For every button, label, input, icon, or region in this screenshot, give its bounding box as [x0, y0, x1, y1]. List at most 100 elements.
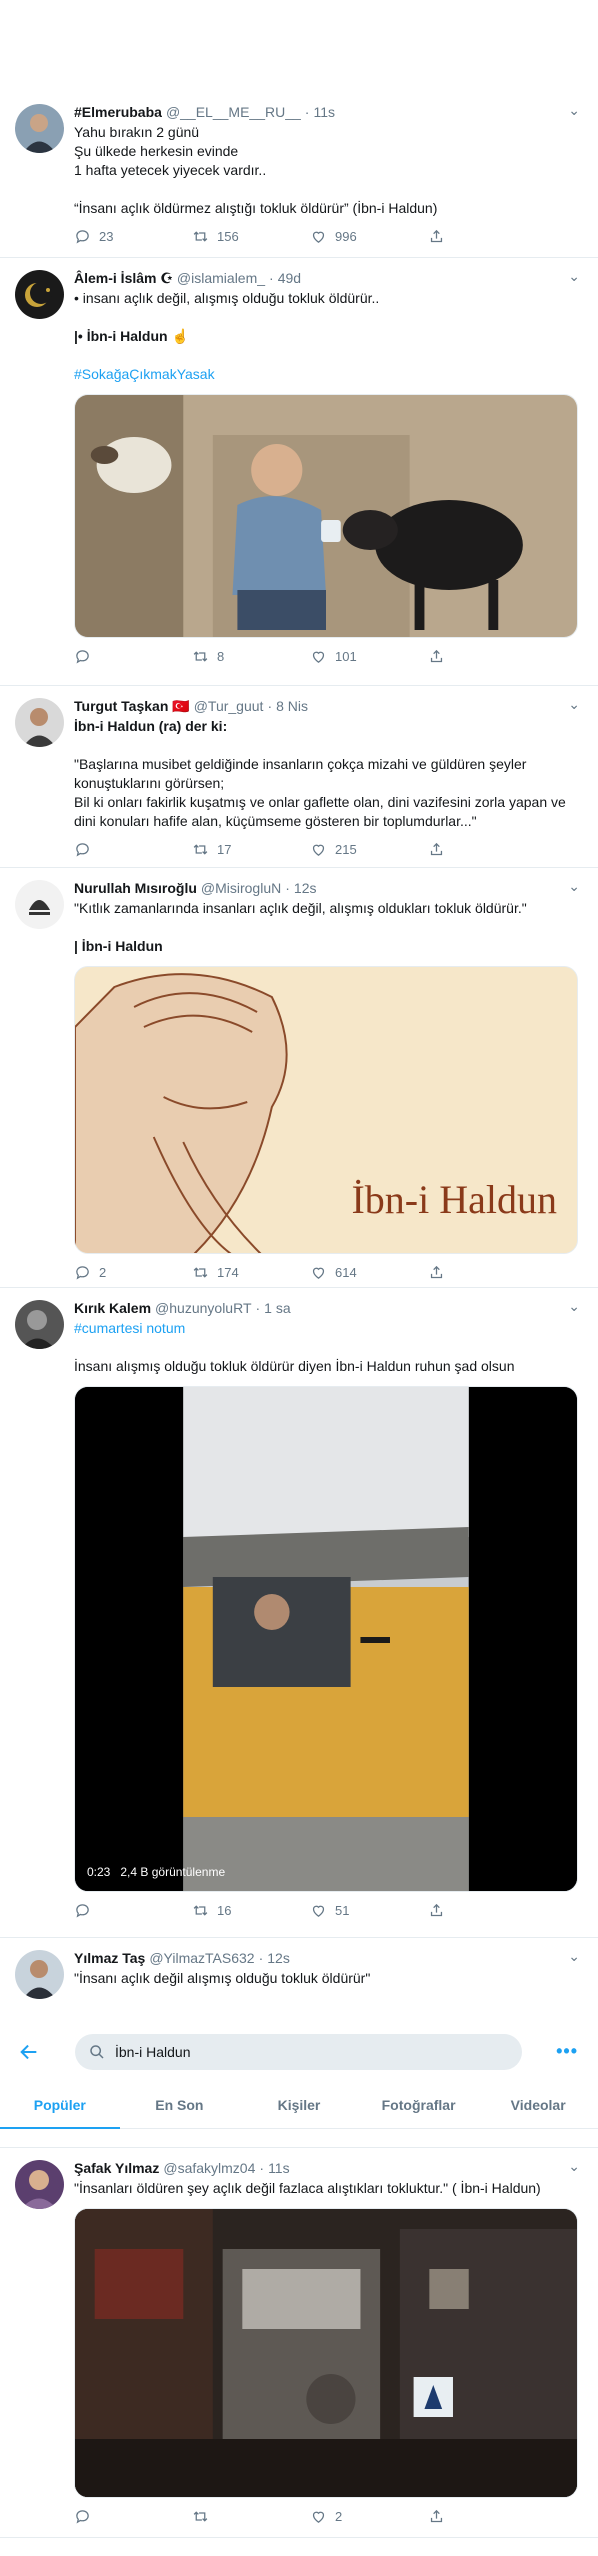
chevron-down-icon[interactable]: ⌄ [568, 1298, 580, 1315]
tweet[interactable]: ⌄ Şafak Yılmaz @safakylmz04 · 11s "İnsan… [0, 2148, 598, 2538]
image-caption: İbn-i Haldun [351, 1177, 557, 1222]
chevron-down-icon[interactable]: ⌄ [568, 2158, 580, 2175]
heart-icon [312, 844, 325, 856]
timestamp[interactable]: 8 Nis [276, 696, 308, 716]
tweet-image[interactable] [74, 394, 578, 638]
timestamp[interactable]: 1 sa [264, 1298, 290, 1318]
chevron-down-icon[interactable]: ⌄ [568, 1948, 580, 1965]
retweet-button[interactable]: 8 [192, 648, 310, 665]
timestamp[interactable]: 12s [294, 878, 317, 898]
avatar[interactable] [15, 270, 64, 319]
tweet-image[interactable] [74, 2208, 578, 2498]
retweet-button[interactable]: 174 [192, 1264, 310, 1281]
search-input[interactable]: İbn-i Haldun [75, 2034, 522, 2070]
tweet-text: "Kıtlık zamanlarında insanları açlık değ… [74, 899, 578, 956]
timestamp[interactable]: 12s [267, 1948, 290, 1968]
timestamp[interactable]: 49d [278, 268, 301, 288]
author-name[interactable]: Nurullah Mısıroğlu [74, 878, 197, 898]
author-name[interactable]: #Elmerubaba [74, 102, 162, 122]
retweet-button[interactable]: 156 [192, 228, 310, 245]
share-icon [430, 649, 443, 662]
reply-button[interactable] [74, 648, 192, 665]
back-arrow-icon[interactable] [18, 2041, 40, 2067]
chevron-down-icon[interactable]: ⌄ [568, 878, 580, 895]
share-icon [430, 2509, 443, 2522]
hashtag-link[interactable]: #cumartesi notum [74, 1320, 185, 1336]
share-icon [430, 842, 443, 855]
author-handle[interactable]: @safakylmz04 [163, 2158, 255, 2178]
separator-dot: · [267, 698, 273, 714]
tab-latest[interactable]: En Son [120, 2085, 240, 2129]
author-handle[interactable]: @islamialem_ [177, 268, 265, 288]
like-button[interactable]: 2 [310, 2508, 428, 2525]
reply-button[interactable]: 23 [74, 228, 192, 245]
like-button[interactable]: 996 [310, 228, 428, 245]
tab-photos[interactable]: Fotoğraflar [359, 2085, 479, 2129]
tweet-image[interactable]: İbn-i Haldun [74, 966, 578, 1254]
tab-popular[interactable]: Popüler [0, 2085, 120, 2129]
avatar[interactable] [15, 880, 64, 929]
timestamp[interactable]: 11s [313, 102, 335, 122]
tab-videos[interactable]: Videolar [478, 2085, 598, 2129]
avatar[interactable] [15, 1950, 64, 1999]
author-handle[interactable]: @huzunyoluRT [155, 1298, 251, 1318]
tweet[interactable]: ⌄ Âlem-i İslâm ☪ @islamialem_ · 49d • in… [0, 258, 598, 686]
share-button[interactable] [428, 841, 546, 858]
like-button[interactable]: 101 [310, 648, 428, 665]
author-name[interactable]: Şafak Yılmaz [74, 2158, 159, 2178]
chevron-down-icon[interactable]: ⌄ [568, 696, 580, 713]
chevron-down-icon[interactable]: ⌄ [568, 102, 580, 119]
chevron-down-icon[interactable]: ⌄ [568, 268, 580, 285]
share-button[interactable] [428, 648, 546, 665]
more-options-icon[interactable]: ••• [556, 2041, 578, 2062]
hashtag-link[interactable]: #SokağaÇıkmakYasak [74, 365, 578, 384]
author-name[interactable]: Turgut Taşkan 🇹🇷 [74, 696, 190, 716]
tweet-line: "İnsanları öldüren şey açlık değil fazla… [74, 2180, 541, 2196]
avatar[interactable] [15, 104, 64, 153]
tab-people[interactable]: Kişiler [239, 2085, 359, 2129]
tweet[interactable]: ⌄ Turgut Taşkan 🇹🇷 @Tur_guut · 8 Nis İbn… [0, 686, 598, 868]
author-name[interactable]: Âlem-i İslâm ☪ [74, 268, 173, 288]
tweet[interactable]: ⌄ #Elmerubaba @__EL__ME__RU__ · 11s Yahu… [0, 92, 598, 258]
tweet-line [74, 346, 578, 365]
like-button[interactable]: 614 [310, 1264, 428, 1281]
heart-icon [312, 1905, 325, 1917]
avatar[interactable] [15, 1300, 64, 1349]
tweet-line: "İnsanı açlık değil alışmış olduğu toklu… [74, 1970, 371, 1986]
tweet-line [74, 736, 578, 755]
author-handle[interactable]: @Tur_guut [194, 696, 264, 716]
reply-button[interactable]: 2 [74, 1264, 192, 1281]
retweet-button[interactable]: 16 [192, 1902, 310, 1919]
share-button[interactable] [428, 2508, 546, 2525]
tweet-actions: 16 51 [74, 1900, 578, 1920]
author-handle[interactable]: @YilmazTAS632 [149, 1948, 254, 1968]
heart-icon [312, 1267, 325, 1279]
tweet[interactable]: ⌄ Kırık Kalem @huzunyoluRT · 1 sa #cumar… [0, 1288, 598, 1938]
tweet-video[interactable]: 0:23 2,4 B görüntülenme [74, 1386, 578, 1892]
search-header: İbn-i Haldun ••• Popüler En Son Kişiler … [0, 2023, 598, 2129]
share-button[interactable] [428, 1264, 546, 1281]
separator-dot: · [259, 2160, 265, 2176]
author-name[interactable]: Yılmaz Taş [74, 1948, 145, 1968]
retweet-icon [193, 1266, 208, 1278]
reply-button[interactable] [74, 1902, 192, 1919]
retweet-button[interactable] [192, 2508, 310, 2525]
like-button[interactable]: 51 [310, 1902, 428, 1919]
reply-button[interactable] [74, 2508, 192, 2525]
timestamp[interactable]: 11s [268, 2158, 290, 2178]
reply-button[interactable] [74, 841, 192, 858]
share-button[interactable] [428, 228, 546, 245]
tweet-header: #Elmerubaba @__EL__ME__RU__ · 11s [74, 102, 578, 122]
avatar[interactable] [15, 698, 64, 747]
tweet[interactable]: ⌄ Nurullah Mısıroğlu @MisirogluN · 12s "… [0, 868, 598, 1288]
author-name[interactable]: Kırık Kalem [74, 1298, 151, 1318]
tweet-line: • insanı açlık değil, alışmış olduğu tok… [74, 290, 380, 306]
retweet-icon [193, 230, 208, 242]
retweet-button[interactable]: 17 [192, 841, 310, 858]
heart-icon [312, 231, 325, 243]
like-button[interactable]: 215 [310, 841, 428, 858]
share-button[interactable] [428, 1902, 546, 1919]
avatar[interactable] [15, 2160, 64, 2209]
author-handle[interactable]: @MisirogluN [201, 878, 281, 898]
author-handle[interactable]: @__EL__ME__RU__ [166, 102, 301, 122]
